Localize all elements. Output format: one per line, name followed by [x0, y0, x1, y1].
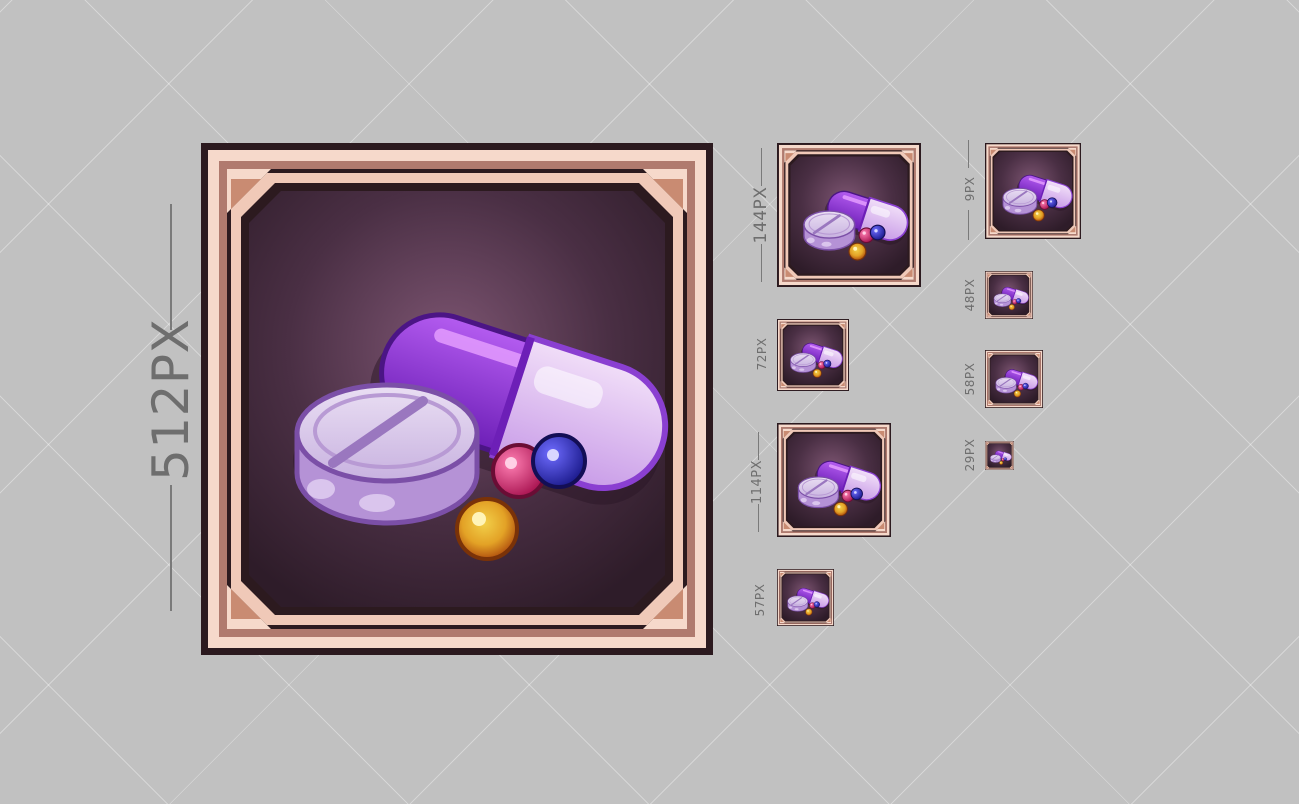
pill-icon-114 [777, 423, 891, 537]
pill-icon-144 [777, 143, 921, 287]
size-label-48: 48PX [963, 278, 977, 312]
pill-icon-48 [985, 271, 1033, 319]
dimension-line-96-top [968, 140, 969, 168]
size-label-29: 29PX [963, 438, 977, 472]
pill-icon-57 [777, 569, 834, 626]
dimension-line-bottom [170, 485, 172, 611]
pill-icon-96 [985, 143, 1081, 239]
size-label-114: 114PX [750, 459, 765, 505]
pill-icon-58 [985, 350, 1043, 408]
size-label-58: 58PX [963, 362, 977, 396]
size-label-57: 57PX [753, 583, 767, 617]
size-label-96: 9PX [963, 176, 977, 202]
size-label-72: 72PX [755, 337, 769, 371]
size-label-512: 512PX [142, 318, 200, 481]
dimension-line-top [170, 204, 172, 330]
dimension-line-96-bottom [968, 210, 969, 240]
pill-icon-512 [201, 143, 713, 655]
pill-icon-29 [985, 441, 1014, 470]
pill-icon-72 [777, 319, 849, 391]
size-label-144: 144PX [751, 186, 771, 244]
